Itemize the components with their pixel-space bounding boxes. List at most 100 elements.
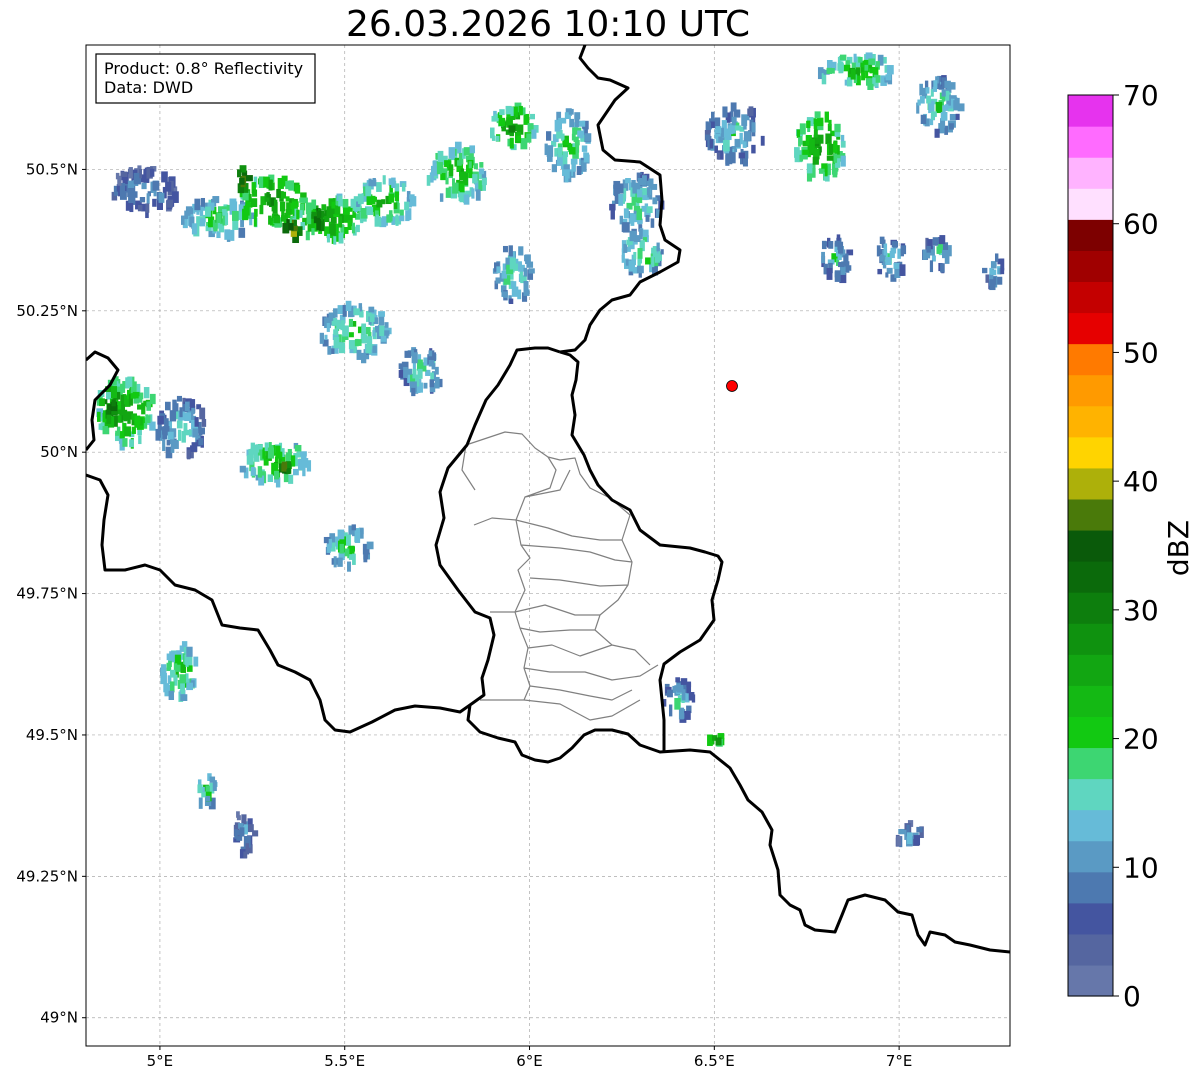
echo-bin (281, 204, 285, 217)
echo-bin (191, 442, 198, 452)
echo-bin (252, 830, 259, 837)
echo-bin (889, 250, 895, 259)
echo-bin (333, 336, 340, 349)
echo-bin (183, 423, 188, 432)
echo-bin (294, 184, 301, 194)
echo-bin (939, 235, 946, 244)
x-axis-ticks: 5°E 5.5°E 6°E 6.5°E 7°E (147, 1046, 913, 1070)
echo-bin (99, 398, 105, 407)
echo-bin (675, 677, 680, 683)
echo-bin (858, 56, 863, 63)
echo-bin (827, 163, 831, 176)
echo-bin (547, 154, 553, 162)
echo-bin (138, 435, 142, 445)
echo-bin (906, 832, 913, 845)
echo-bin (705, 134, 710, 141)
echo-bin (551, 164, 558, 173)
echo-bin (838, 241, 844, 254)
echo-bin (257, 466, 263, 478)
colorbar-segment (1068, 343, 1113, 376)
echo-bin (891, 241, 899, 248)
echo-bin (436, 162, 442, 175)
echo-bin (481, 177, 487, 186)
echo-bin (357, 193, 364, 205)
echo-bin (642, 229, 649, 238)
echo-bin (428, 359, 435, 367)
echo-bin (230, 229, 235, 241)
echo-bin (288, 223, 294, 231)
echo-bin (711, 111, 715, 121)
echo-bin (184, 401, 190, 412)
echo-bin (239, 827, 245, 837)
echo-bin (722, 106, 728, 118)
echo-bin (940, 263, 945, 273)
echo-bin (409, 196, 417, 207)
echo-bin (283, 228, 289, 234)
echo-bin (899, 264, 906, 276)
echo-bin (716, 152, 721, 160)
echo-bin (137, 204, 143, 212)
echo-bin (868, 58, 875, 65)
echo-bin (524, 254, 529, 262)
echo-bin (166, 440, 171, 446)
echo-bin (372, 345, 377, 353)
echo-bin (321, 204, 327, 211)
echo-bin (266, 192, 270, 198)
echo-bin (825, 133, 832, 145)
echo-bin (388, 210, 393, 222)
echo-bin (641, 175, 647, 186)
colorbar-segment (1068, 964, 1113, 997)
echo-bin (751, 122, 756, 133)
echo-bin (305, 230, 310, 241)
echo-bin (354, 339, 362, 346)
echo-bin (361, 323, 367, 335)
echo-bin (508, 245, 513, 257)
echo-bin (651, 256, 655, 268)
echo-bin (990, 269, 997, 275)
echo-bin (306, 213, 312, 225)
echo-bin (893, 262, 900, 269)
echo-bin (328, 312, 334, 321)
echo-bin (224, 229, 231, 240)
echo-bin (656, 242, 660, 252)
colorbar-segments (1068, 95, 1113, 997)
colorbar-segment (1068, 188, 1113, 220)
colorbar: 0 10 20 30 40 50 60 70 dBZ (1067, 79, 1195, 1013)
echo-bin (368, 306, 375, 313)
info-box: Product: 0.8° Reflectivity Data: DWD (95, 53, 316, 104)
echo-bin (216, 212, 222, 224)
echo-bin (929, 260, 934, 273)
echo-bin (240, 219, 245, 228)
colorbar-segment (1068, 95, 1113, 127)
echo-bin (428, 350, 433, 357)
y-tick-label: 50.25°N (16, 302, 78, 320)
echo-bin (933, 80, 938, 89)
echo-bin (120, 171, 128, 177)
echo-bin (840, 134, 845, 142)
echo-bin (255, 444, 263, 450)
echo-bin (311, 228, 315, 236)
echo-bin (253, 450, 257, 459)
echo-bin (179, 407, 183, 418)
echo-bin (352, 321, 357, 327)
echo-bin (379, 325, 385, 337)
echo-bin (709, 139, 714, 149)
echo-bin (199, 218, 206, 227)
echo-bin (286, 202, 291, 210)
echo-bin (574, 141, 580, 153)
echo-bin (129, 439, 134, 448)
echo-bin (393, 202, 398, 209)
echo-bin (360, 334, 368, 344)
echo-bin (630, 215, 635, 226)
echo-bin (161, 171, 168, 183)
echo-bin (242, 208, 249, 221)
echo-bin (98, 423, 103, 430)
colorbar-tick-label: 20 (1123, 723, 1159, 756)
echo-bin (348, 340, 356, 350)
echo-bin (268, 215, 272, 225)
echo-bin (457, 160, 462, 166)
echo-bin (473, 163, 478, 170)
echo-bin (510, 281, 517, 289)
x-tick-label: 7°E (886, 1052, 913, 1070)
echo-bin (248, 193, 252, 202)
